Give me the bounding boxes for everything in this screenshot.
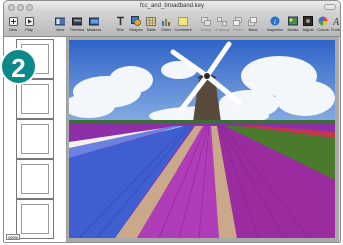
inspector-button[interactable]: i Inspector xyxy=(266,16,284,32)
play-label: Play xyxy=(25,27,33,32)
chart-button[interactable]: Chart xyxy=(157,16,175,32)
chart-icon xyxy=(161,16,171,26)
fonts-label: Fonts xyxy=(330,27,341,32)
back-label: Back xyxy=(248,27,258,32)
masters-button[interactable]: Masters xyxy=(85,16,103,32)
adjust-icon xyxy=(303,16,313,26)
new-label: New xyxy=(8,27,17,32)
fonts-icon: A xyxy=(331,16,340,26)
play-icon xyxy=(24,16,34,26)
view-button[interactable]: View xyxy=(51,16,69,32)
comment-label: Comment xyxy=(174,27,192,32)
slide-thumbnail[interactable] xyxy=(16,119,54,159)
slide-thumbnail[interactable] xyxy=(16,199,54,239)
ungroup-label: Ungroup xyxy=(214,27,230,32)
text-label: Text xyxy=(116,27,124,32)
back-icon xyxy=(248,16,258,26)
chart-label: Chart xyxy=(161,27,171,32)
view-icon xyxy=(55,16,65,26)
shapes-icon xyxy=(131,16,141,26)
shapes-label: Shapes xyxy=(129,27,143,32)
keynote-window: fcc_and_broadband.key New Play View Them… xyxy=(3,0,341,243)
new-slide-icon xyxy=(8,16,18,26)
text-icon xyxy=(115,16,125,26)
back-button[interactable]: Back xyxy=(244,16,262,32)
slide-canvas xyxy=(67,37,339,242)
svg-text:i: i xyxy=(274,18,276,26)
ungroup-icon xyxy=(217,16,227,26)
play-button[interactable]: Play xyxy=(20,16,38,32)
step-number-badge: 2 xyxy=(0,48,37,85)
window-title: fcc_and_broadband.key xyxy=(139,3,205,9)
group-icon xyxy=(201,16,211,26)
toolbar: New Play View Themes Masters Text Shapes… xyxy=(4,14,340,37)
comment-button[interactable]: Comment xyxy=(174,16,192,32)
toolbar-toggle-button[interactable] xyxy=(324,4,336,10)
masters-label: Masters xyxy=(86,27,102,32)
zoom-field[interactable]: 100% xyxy=(6,234,20,240)
group-label: Group xyxy=(200,27,212,32)
inspector-label: Inspector xyxy=(266,27,284,32)
svg-text:A: A xyxy=(332,17,340,26)
fonts-button[interactable]: A Fonts xyxy=(327,16,341,32)
slide-image[interactable] xyxy=(69,40,335,238)
table-icon xyxy=(146,16,156,26)
view-label: View xyxy=(55,27,65,32)
themes-icon xyxy=(72,16,82,26)
themes-button[interactable]: Themes xyxy=(68,16,86,32)
comment-icon xyxy=(178,16,188,26)
inspector-icon: i xyxy=(270,16,280,26)
adjust-label: Adjust xyxy=(302,27,314,32)
themes-label: Themes xyxy=(69,27,85,32)
table-label: Table xyxy=(146,27,156,32)
front-icon xyxy=(233,16,243,26)
masters-icon xyxy=(89,16,99,26)
title-bar: fcc_and_broadband.key xyxy=(4,1,340,14)
media-icon xyxy=(288,16,298,26)
slide-thumbnail[interactable] xyxy=(16,159,54,199)
windmill-tulip-field-photo xyxy=(69,40,335,238)
media-label: Media xyxy=(287,27,299,32)
front-label: Front xyxy=(233,27,243,32)
